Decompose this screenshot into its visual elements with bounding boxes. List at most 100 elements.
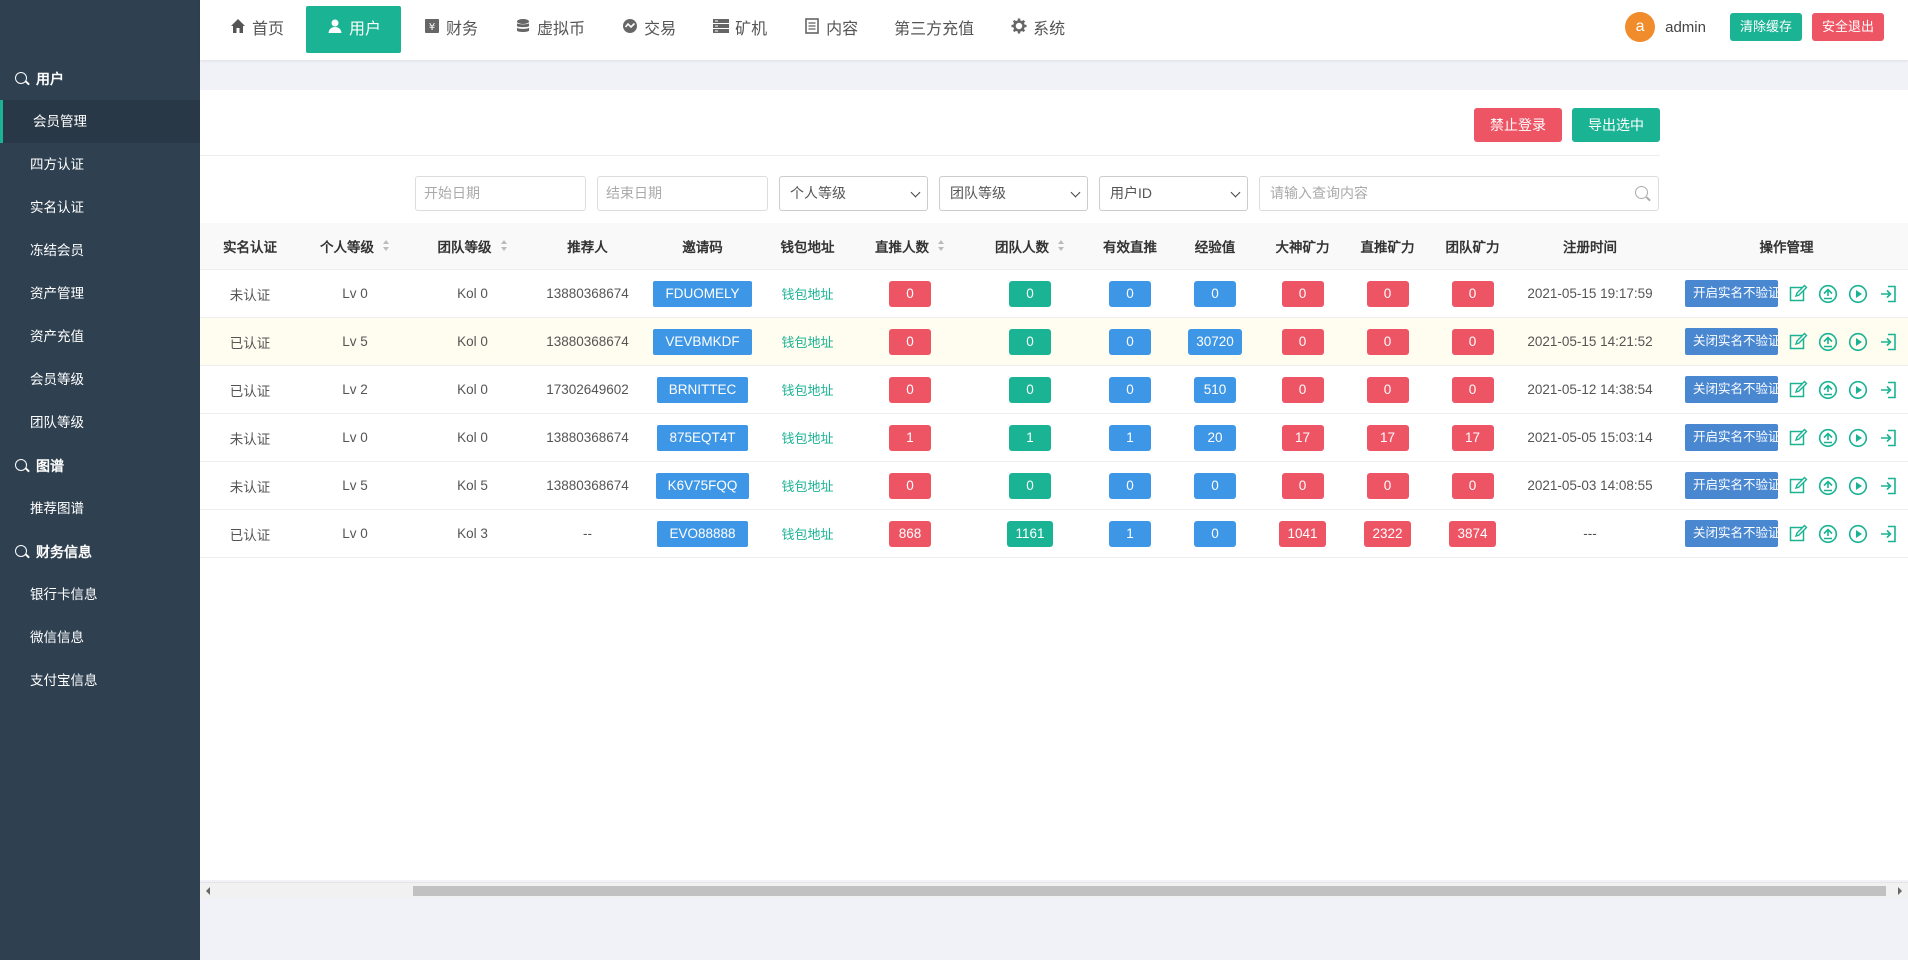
sidebar-item-frozen-members[interactable]: 冻结会员 — [0, 229, 200, 272]
sidebar-item-team-level[interactable]: 团队等级 — [0, 401, 200, 444]
username[interactable]: admin — [1665, 19, 1706, 36]
col-header[interactable]: 个人等级 — [300, 236, 410, 256]
play-icon[interactable] — [1848, 476, 1868, 496]
scroll-right-arrow-icon[interactable] — [1898, 887, 1902, 895]
ban-login-button[interactable]: 禁止登录 — [1474, 108, 1562, 142]
team-power-badge: 17 — [1451, 424, 1494, 451]
sidebar-item-asset-recharge[interactable]: 资产充值 — [0, 315, 200, 358]
col-header[interactable]: 推荐人 — [535, 236, 640, 256]
sidebar-group-finance[interactable]: 财务信息 — [0, 530, 200, 573]
logout-button[interactable]: 安全退出 — [1811, 13, 1884, 41]
col-header[interactable]: 团队人数 — [970, 236, 1090, 256]
login-as-icon[interactable] — [1878, 476, 1898, 496]
play-icon[interactable] — [1848, 380, 1868, 400]
col-header[interactable]: 操作管理 — [1665, 236, 1908, 256]
edit-icon[interactable] — [1788, 332, 1808, 352]
wallet-address-link[interactable]: 钱包地址 — [781, 476, 833, 495]
upload-icon[interactable] — [1818, 380, 1838, 400]
upload-icon[interactable] — [1818, 332, 1838, 352]
col-header[interactable]: 大神矿力 — [1260, 236, 1345, 256]
col-header[interactable]: 钱包地址 — [765, 236, 850, 256]
scroll-left-arrow-icon[interactable] — [206, 887, 210, 895]
play-icon[interactable] — [1848, 284, 1868, 304]
col-header[interactable]: 经验值 — [1170, 236, 1260, 256]
play-icon[interactable] — [1848, 428, 1868, 448]
play-icon[interactable] — [1848, 524, 1868, 544]
team-level-select[interactable]: 团队等级 — [939, 176, 1088, 211]
personal-level-select[interactable]: 个人等级 — [779, 176, 928, 211]
sidebar-item-member-level[interactable]: 会员等级 — [0, 358, 200, 401]
col-header[interactable]: 邀请码 — [640, 236, 765, 256]
nav-miner[interactable]: 矿机 — [698, 6, 781, 53]
col-header[interactable]: 直推矿力 — [1345, 236, 1430, 256]
clear-cache-button[interactable]: 清除缓存 — [1729, 13, 1802, 41]
avatar[interactable]: a — [1625, 12, 1656, 42]
nav-trade[interactable]: 交易 — [607, 6, 690, 53]
nav-user[interactable]: 用户 — [306, 6, 402, 53]
team-count-badge: 0 — [1009, 376, 1051, 403]
sidebar-item-bank-card[interactable]: 银行卡信息 — [0, 573, 200, 616]
edit-icon[interactable] — [1788, 476, 1808, 496]
sort-icon[interactable] — [1057, 239, 1065, 253]
sidebar-group-user[interactable]: 用户 — [0, 57, 200, 100]
play-icon[interactable] — [1848, 332, 1868, 352]
login-as-icon[interactable] — [1878, 332, 1898, 352]
edit-icon[interactable] — [1788, 380, 1808, 400]
user-id-select[interactable]: 用户ID — [1099, 176, 1248, 211]
col-header[interactable]: 实名认证 — [200, 236, 300, 256]
cell-team-level: Kol 3 — [457, 526, 488, 541]
col-header[interactable]: 团队矿力 — [1430, 236, 1515, 256]
sidebar-item-asset-management[interactable]: 资产管理 — [0, 272, 200, 315]
nav-content[interactable]: 内容 — [789, 6, 872, 53]
edit-icon[interactable] — [1788, 524, 1808, 544]
sort-icon[interactable] — [937, 239, 945, 253]
toggle-realname-button[interactable]: 关闭实名不验证 — [1685, 520, 1778, 547]
wallet-address-link[interactable]: 钱包地址 — [781, 524, 833, 543]
sidebar-item-referral-graph[interactable]: 推荐图谱 — [0, 487, 200, 530]
scrollbar-thumb[interactable] — [413, 886, 1886, 896]
edit-icon[interactable] — [1788, 428, 1808, 448]
edit-icon[interactable] — [1788, 284, 1808, 304]
toggle-realname-button[interactable]: 开启实名不验证 — [1685, 424, 1778, 451]
login-as-icon[interactable] — [1878, 428, 1898, 448]
nav-system[interactable]: 系统 — [996, 6, 1079, 53]
sidebar-item-realname-auth[interactable]: 实名认证 — [0, 186, 200, 229]
nav-finance[interactable]: ¥ 财务 — [409, 6, 492, 53]
toggle-realname-button[interactable]: 开启实名不验证 — [1685, 280, 1778, 307]
col-header[interactable]: 有效直推 — [1090, 236, 1170, 256]
end-date-input[interactable]: 结束日期 — [597, 176, 768, 211]
col-header[interactable]: 注册时间 — [1515, 236, 1665, 256]
wallet-address-link[interactable]: 钱包地址 — [781, 380, 833, 399]
sidebar-item-member-management[interactable]: 会员管理 — [0, 100, 200, 143]
start-date-input[interactable]: 开始日期 — [415, 176, 586, 211]
nav-third-party-recharge[interactable]: 第三方充值 — [880, 6, 988, 53]
wallet-address-link[interactable]: 钱包地址 — [781, 284, 833, 303]
sidebar-group-graph[interactable]: 图谱 — [0, 444, 200, 487]
upload-icon[interactable] — [1818, 524, 1838, 544]
wallet-address-link[interactable]: 钱包地址 — [781, 428, 833, 447]
toggle-realname-button[interactable]: 关闭实名不验证 — [1685, 376, 1778, 403]
wallet-address-link[interactable]: 钱包地址 — [781, 332, 833, 351]
export-selected-button[interactable]: 导出选中 — [1572, 108, 1660, 142]
col-header[interactable]: 直推人数 — [850, 236, 970, 256]
sort-icon[interactable] — [382, 239, 390, 253]
sidebar-item-alipay[interactable]: 支付宝信息 — [0, 659, 200, 702]
sort-icon[interactable] — [500, 239, 508, 253]
upload-icon[interactable] — [1818, 428, 1838, 448]
nav-home[interactable]: 首页 — [215, 6, 298, 53]
toggle-realname-button[interactable]: 开启实名不验证 — [1685, 472, 1778, 499]
col-header[interactable]: 团队等级 — [410, 236, 535, 256]
upload-icon[interactable] — [1818, 476, 1838, 496]
login-as-icon[interactable] — [1878, 284, 1898, 304]
upload-icon[interactable] — [1818, 284, 1838, 304]
sidebar-item-wechat[interactable]: 微信信息 — [0, 616, 200, 659]
toggle-realname-button[interactable]: 关闭实名不验证 — [1685, 328, 1778, 355]
nav-crypto[interactable]: 虚拟币 — [500, 6, 599, 53]
login-as-icon[interactable] — [1878, 380, 1898, 400]
login-as-icon[interactable] — [1878, 524, 1898, 544]
sidebar-item-quad-auth[interactable]: 四方认证 — [0, 143, 200, 186]
horizontal-scrollbar[interactable] — [200, 882, 1908, 898]
cell-team-power: 3874 — [1430, 520, 1515, 547]
search-icon[interactable] — [1635, 186, 1648, 199]
search-input[interactable]: 请输入查询内容 — [1259, 176, 1659, 211]
